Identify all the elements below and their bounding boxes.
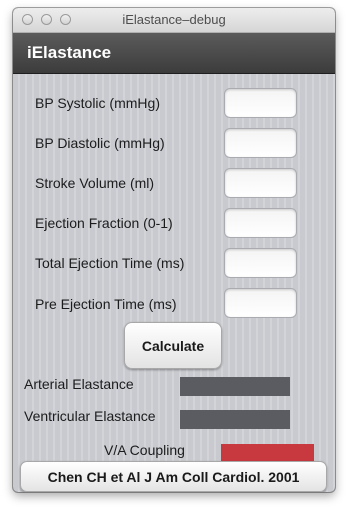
reference-citation-button[interactable]: Chen CH et Al J Am Coll Cardiol. 2001 [20,461,327,492]
window-titlebar[interactable]: iElastance–debug [13,8,335,33]
app-window: iElastance–debug iElastance BP Systolic … [13,8,335,492]
app-header: iElastance [13,33,335,74]
ejection-fraction-input[interactable] [224,208,297,238]
va-coupling-label: V/A Coupling [104,442,185,458]
bp-systolic-label: BP Systolic (mmHg) [35,95,160,111]
stroke-volume-label: Stroke Volume (ml) [35,175,155,191]
arterial-elastance-value [180,377,290,396]
ventricular-elastance-label: Ventricular Elastance [24,408,156,424]
pre-ejection-time-label: Pre Ejection Time (ms) [35,296,177,312]
ejection-fraction-label: Ejection Fraction (0-1) [35,215,173,231]
ventricular-elastance-value [180,410,290,429]
arterial-elastance-label: Arterial Elastance [24,376,134,392]
total-ejection-time-input[interactable] [224,248,297,278]
main-content: BP Systolic (mmHg) BP Diastolic (mmHg) S… [13,74,335,492]
window-title: iElastance–debug [122,12,226,27]
total-ejection-time-label: Total Ejection Time (ms) [35,255,185,271]
app-title: iElastance [27,43,112,62]
bp-diastolic-label: BP Diastolic (mmHg) [35,135,165,151]
calculate-button[interactable]: Calculate [124,322,222,369]
bp-diastolic-input[interactable] [224,128,297,158]
bp-systolic-input[interactable] [224,88,297,118]
pre-ejection-time-input[interactable] [224,288,297,318]
stroke-volume-input[interactable] [224,168,297,198]
